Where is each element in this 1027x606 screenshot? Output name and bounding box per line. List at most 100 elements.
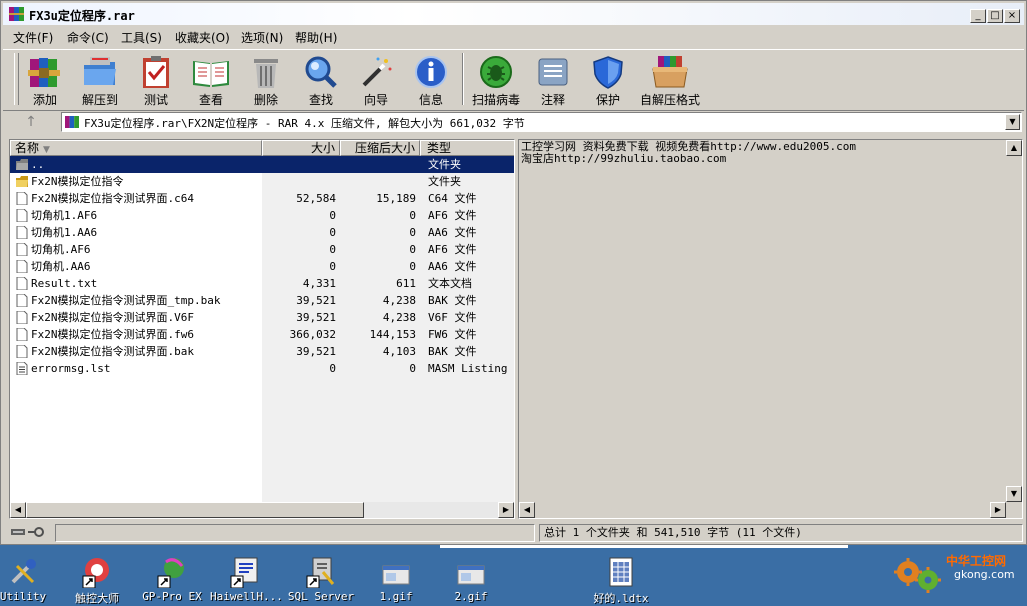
file-name: Fx2N模拟定位指令测试界面.c64 [31,192,194,205]
file-size: 0 [329,243,336,256]
horizontal-scrollbar[interactable]: ◀ ▶ [10,502,514,518]
file-row[interactable]: 切角机1.AF6 0 0 AF6 文件 [10,207,514,224]
virus-scan-button[interactable]: 扫描病毒 [467,53,525,107]
file-packed-size: 611 [396,277,416,290]
maximize-button[interactable]: □ [987,9,1003,23]
menu-tools[interactable]: 工具(S) [121,29,162,46]
menu-help[interactable]: 帮助(H) [295,29,337,46]
file-packed-size: 144,153 [369,328,416,341]
clipboard-check-icon [143,56,169,88]
file-type: FW6 文件 [428,328,477,341]
comment-scroll-right-button[interactable]: ▶ [990,502,1006,518]
desktop-icon-haiwell[interactable]: HaiwellH... [210,556,283,603]
utility-icon [11,559,36,584]
file-name: 切角机.AF6 [31,243,91,256]
file-row[interactable]: Result.txt 4,331 611 文本文档 [10,275,514,292]
file-size: 39,521 [296,311,336,324]
winrar-window: FX3u定位程序.rar _ □ × 文件(F) 命令(C) 工具(S) 收藏夹… [0,0,1027,545]
menu-command[interactable]: 命令(C) [67,29,109,46]
view-button[interactable]: 查看 [182,53,240,107]
comment-scroll-down-button[interactable]: ▼ [1006,486,1022,502]
file-row[interactable]: 切角机.AF6 0 0 AF6 文件 [10,241,514,258]
desktop-icon-touch-master[interactable]: 触控大师 [62,556,132,606]
comment-scroll-left-button[interactable]: ◀ [519,502,535,518]
gp-pro-icon [157,558,184,588]
parent-folder-icon [16,159,28,170]
up-button[interactable]: ↑ [13,114,49,134]
file-list[interactable]: 名称 ▼ 大小 压缩后大小 类型 .. 文件夹 Fx2N模拟定位指令 文件夹 Fx2N模拟… [9,139,515,519]
file-icon [16,209,28,222]
file-size: 366,032 [289,328,336,341]
file-row[interactable]: .. 文件夹 [10,156,514,173]
test-button[interactable]: 测试 [127,53,185,107]
close-button[interactable]: × [1004,9,1020,23]
wizard-button[interactable]: 向导 [347,53,405,107]
file-size: 0 [329,260,336,273]
shield-icon [593,56,623,89]
delete-button[interactable]: 删除 [237,53,295,107]
file-type: AA6 文件 [428,260,477,273]
add-button[interactable]: 添加 [16,53,74,107]
file-row[interactable]: Fx2N模拟定位指令测试界面.V6F 39,521 4,238 V6F 文件 [10,309,514,326]
menu-favorites[interactable]: 收藏夹(O) [175,29,230,46]
magnifier-icon [305,56,337,88]
archive-comment: 工控学习网 资料免费下载 视频免费看http://www.edu2005.com… [521,140,856,165]
desktop-icon-sql-server[interactable]: SQL Server [286,556,356,603]
window-title: FX3u定位程序.rar [29,9,135,23]
desktop-window-edge [440,545,848,548]
find-button[interactable]: 查找 [292,53,350,107]
file-type: 文本文档 [428,277,472,290]
column-header-name[interactable]: 名称 ▼ [10,140,262,156]
comment-button[interactable]: 注释 [524,53,582,107]
desktop-icon-1-gif[interactable]: 1.gif [361,556,431,603]
folder-icon [16,176,28,187]
drive-key-icon [9,524,51,542]
minimize-button[interactable]: _ [970,9,986,23]
column-header-size[interactable]: 大小 [262,140,340,156]
file-icon [16,345,28,358]
file-row[interactable]: Fx2N模拟定位指令测试界面_tmp.bak 39,521 4,238 BAK 文件 [10,292,514,309]
desktop-icon-gp-pro[interactable]: GP-Pro EX [137,556,207,603]
file-row[interactable]: Fx2N模拟定位指令 文件夹 [10,173,514,190]
menu-options[interactable]: 选项(N) [241,29,283,46]
file-packed-size: 4,103 [382,345,416,358]
file-name: Fx2N模拟定位指令测试界面.V6F [31,311,194,324]
file-name: 切角机1.AF6 [31,209,98,222]
file-type: BAK 文件 [428,345,477,358]
column-header-packed[interactable]: 压缩后大小 [340,140,420,156]
protect-button[interactable]: 保护 [579,53,637,107]
file-row[interactable]: Fx2N模拟定位指令测试界面.c64 52,584 15,189 C64 文件 [10,190,514,207]
file-packed-size: 0 [409,243,416,256]
scroll-left-button[interactable]: ◀ [10,502,26,518]
info-icon [415,56,447,88]
file-packed-size: 15,189 [376,192,416,205]
trash-can-icon [254,59,278,88]
touch-master-icon [82,558,109,588]
comment-scroll-up-button[interactable]: ▲ [1006,140,1022,156]
path-field[interactable]: FX3u定位程序.rar\FX2N定位程序 - RAR 4.x 压缩文件, 解包… [61,112,1022,132]
winrar-app-icon [9,7,24,21]
title-bar[interactable]: FX3u定位程序.rar _ □ × [3,3,1024,25]
sfx-button[interactable]: 自解压格式 [637,53,703,107]
desktop-icon-2-gif[interactable]: 2.gif [436,556,506,603]
path-dropdown-button[interactable]: ▼ [1005,114,1020,130]
file-name: Fx2N模拟定位指令测试界面_tmp.bak [31,294,221,307]
open-book-icon [193,61,229,87]
desktop-icon-ldtx[interactable]: 好的.ldtx [586,556,656,606]
comment-pane[interactable]: 工控学习网 资料免费下载 视频免费看http://www.edu2005.com… [518,139,1023,519]
watermark-text-2: gkong.com [954,568,1015,581]
file-size: 4,331 [302,277,336,290]
file-row[interactable]: 切角机1.AA6 0 0 AA6 文件 [10,224,514,241]
extract-to-button[interactable]: 解压到 [71,53,129,107]
file-row[interactable]: Fx2N模拟定位指令测试界面.bak 39,521 4,103 BAK 文件 [10,343,514,360]
menu-file[interactable]: 文件(F) [13,29,53,46]
desktop-icon-utility[interactable]: Utility [0,556,58,603]
column-header-type[interactable]: 类型 [420,140,514,156]
file-row[interactable]: Fx2N模拟定位指令测试界面.fw6 366,032 144,153 FW6 文件 [10,326,514,343]
scroll-thumb[interactable] [26,502,364,518]
gif-file-icon [382,565,410,585]
file-row[interactable]: errormsg.lst 0 0 MASM Listing [10,360,514,377]
scroll-right-button[interactable]: ▶ [498,502,514,518]
file-row[interactable]: 切角机.AA6 0 0 AA6 文件 [10,258,514,275]
info-button[interactable]: 信息 [402,53,460,107]
